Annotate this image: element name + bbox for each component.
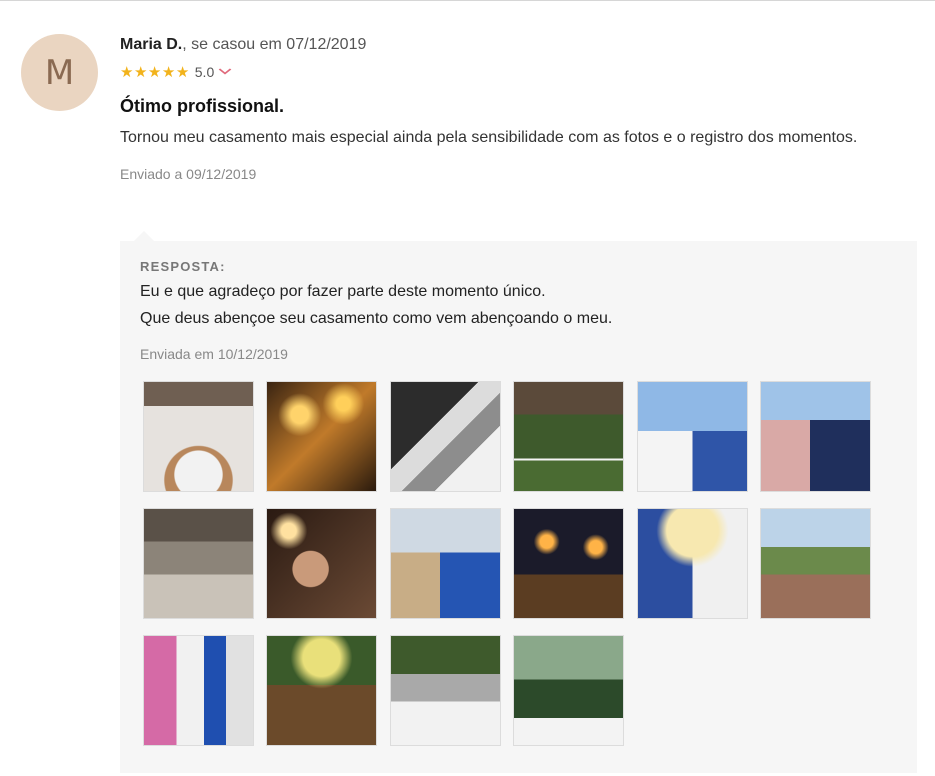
rating-row[interactable]: ★ ★ ★ ★ ★ 5.0 [120, 64, 900, 80]
star-rating: ★ ★ ★ ★ ★ [120, 65, 190, 80]
gallery-photo-bride-portrait-lights[interactable] [266, 508, 378, 619]
top-divider [0, 0, 935, 1]
photo-thumbnail [144, 636, 253, 745]
photo-thumbnail [390, 382, 500, 491]
gallery-photo-dining-room[interactable] [143, 508, 254, 619]
gallery-photo-couple-pink-dress[interactable] [760, 381, 871, 492]
photo-thumbnail [637, 382, 747, 491]
gallery-photo-outdoor-ceremony-palms[interactable] [760, 508, 871, 619]
photo-thumbnail [514, 382, 624, 491]
reply-pointer [134, 231, 154, 241]
star-icon: ★ [175, 63, 190, 81]
photo-thumbnail [761, 382, 870, 491]
gallery-photo-ceremony-altar[interactable] [389, 635, 501, 746]
photo-thumbnail [144, 509, 253, 618]
photo-thumbnail [637, 509, 747, 618]
star-icon: ★ [120, 63, 134, 81]
review-title: Ótimo profissional. [120, 96, 285, 116]
reply-sent-date: Enviada em 10/12/2019 [140, 346, 288, 362]
gallery-photo-bride-reception-hall[interactable] [143, 381, 254, 492]
star-icon: ★ [147, 63, 162, 81]
review-card: Maria D., se casou em 07/12/2019 ★ ★ ★ ★… [120, 34, 900, 182]
gallery-photo-couple-dance-hearts[interactable] [513, 508, 625, 619]
gallery-photo-couple-blue-sky[interactable] [636, 381, 748, 492]
photo-thumbnail [267, 509, 377, 618]
gallery-photo-decorated-table-candles[interactable] [266, 635, 378, 746]
reply-line-2: Que deus abençoe seu casamento como vem … [140, 310, 613, 327]
chevron-down-icon[interactable] [218, 66, 232, 78]
gallery-photo-bride-entrance-guests[interactable] [143, 635, 254, 746]
author-name: Maria D. [120, 36, 183, 53]
photo-thumbnail [761, 509, 870, 618]
married-date-text: , se casou em 07/12/2019 [182, 36, 367, 53]
gallery-photo-ring-exchange-bokeh[interactable] [266, 381, 378, 492]
avatar-letter: M [44, 52, 75, 93]
star-icon: ★ [133, 63, 148, 81]
photo-thumbnail [267, 382, 377, 491]
reply-body: Eu e que agradeço por fazer parte deste … [140, 278, 612, 332]
gallery-photo-couple-heart-hands[interactable] [636, 508, 748, 619]
photo-thumbnail [390, 636, 500, 745]
reply-line-1: Eu e que agradeço por fazer parte deste … [140, 283, 546, 300]
gallery-photo-bride-veil-garden[interactable] [513, 635, 625, 746]
photo-thumbnail [390, 509, 500, 618]
rating-value: 5.0 [194, 64, 215, 80]
review-sent-date: Enviado a 09/12/2019 [120, 166, 257, 182]
photo-thumbnail [267, 636, 377, 745]
author-line: Maria D., se casou em 07/12/2019 [120, 34, 900, 56]
reply-label: RESPOSTA: [140, 259, 226, 274]
photo-thumbnail [144, 382, 253, 491]
gallery-photo-couple-with-mother[interactable] [389, 508, 501, 619]
gallery-photo-ring-box[interactable] [389, 381, 501, 492]
reply-box: RESPOSTA: Eu e que agradeço por fazer pa… [120, 241, 917, 773]
photo-thumbnail [514, 636, 624, 745]
star-icon: ★ [161, 63, 176, 81]
photo-thumbnail [514, 509, 624, 618]
avatar: M [21, 34, 98, 111]
gallery-photo-bride-garden-arch[interactable] [513, 381, 625, 492]
review-body: Tornou meu casamento mais especial ainda… [120, 129, 858, 146]
